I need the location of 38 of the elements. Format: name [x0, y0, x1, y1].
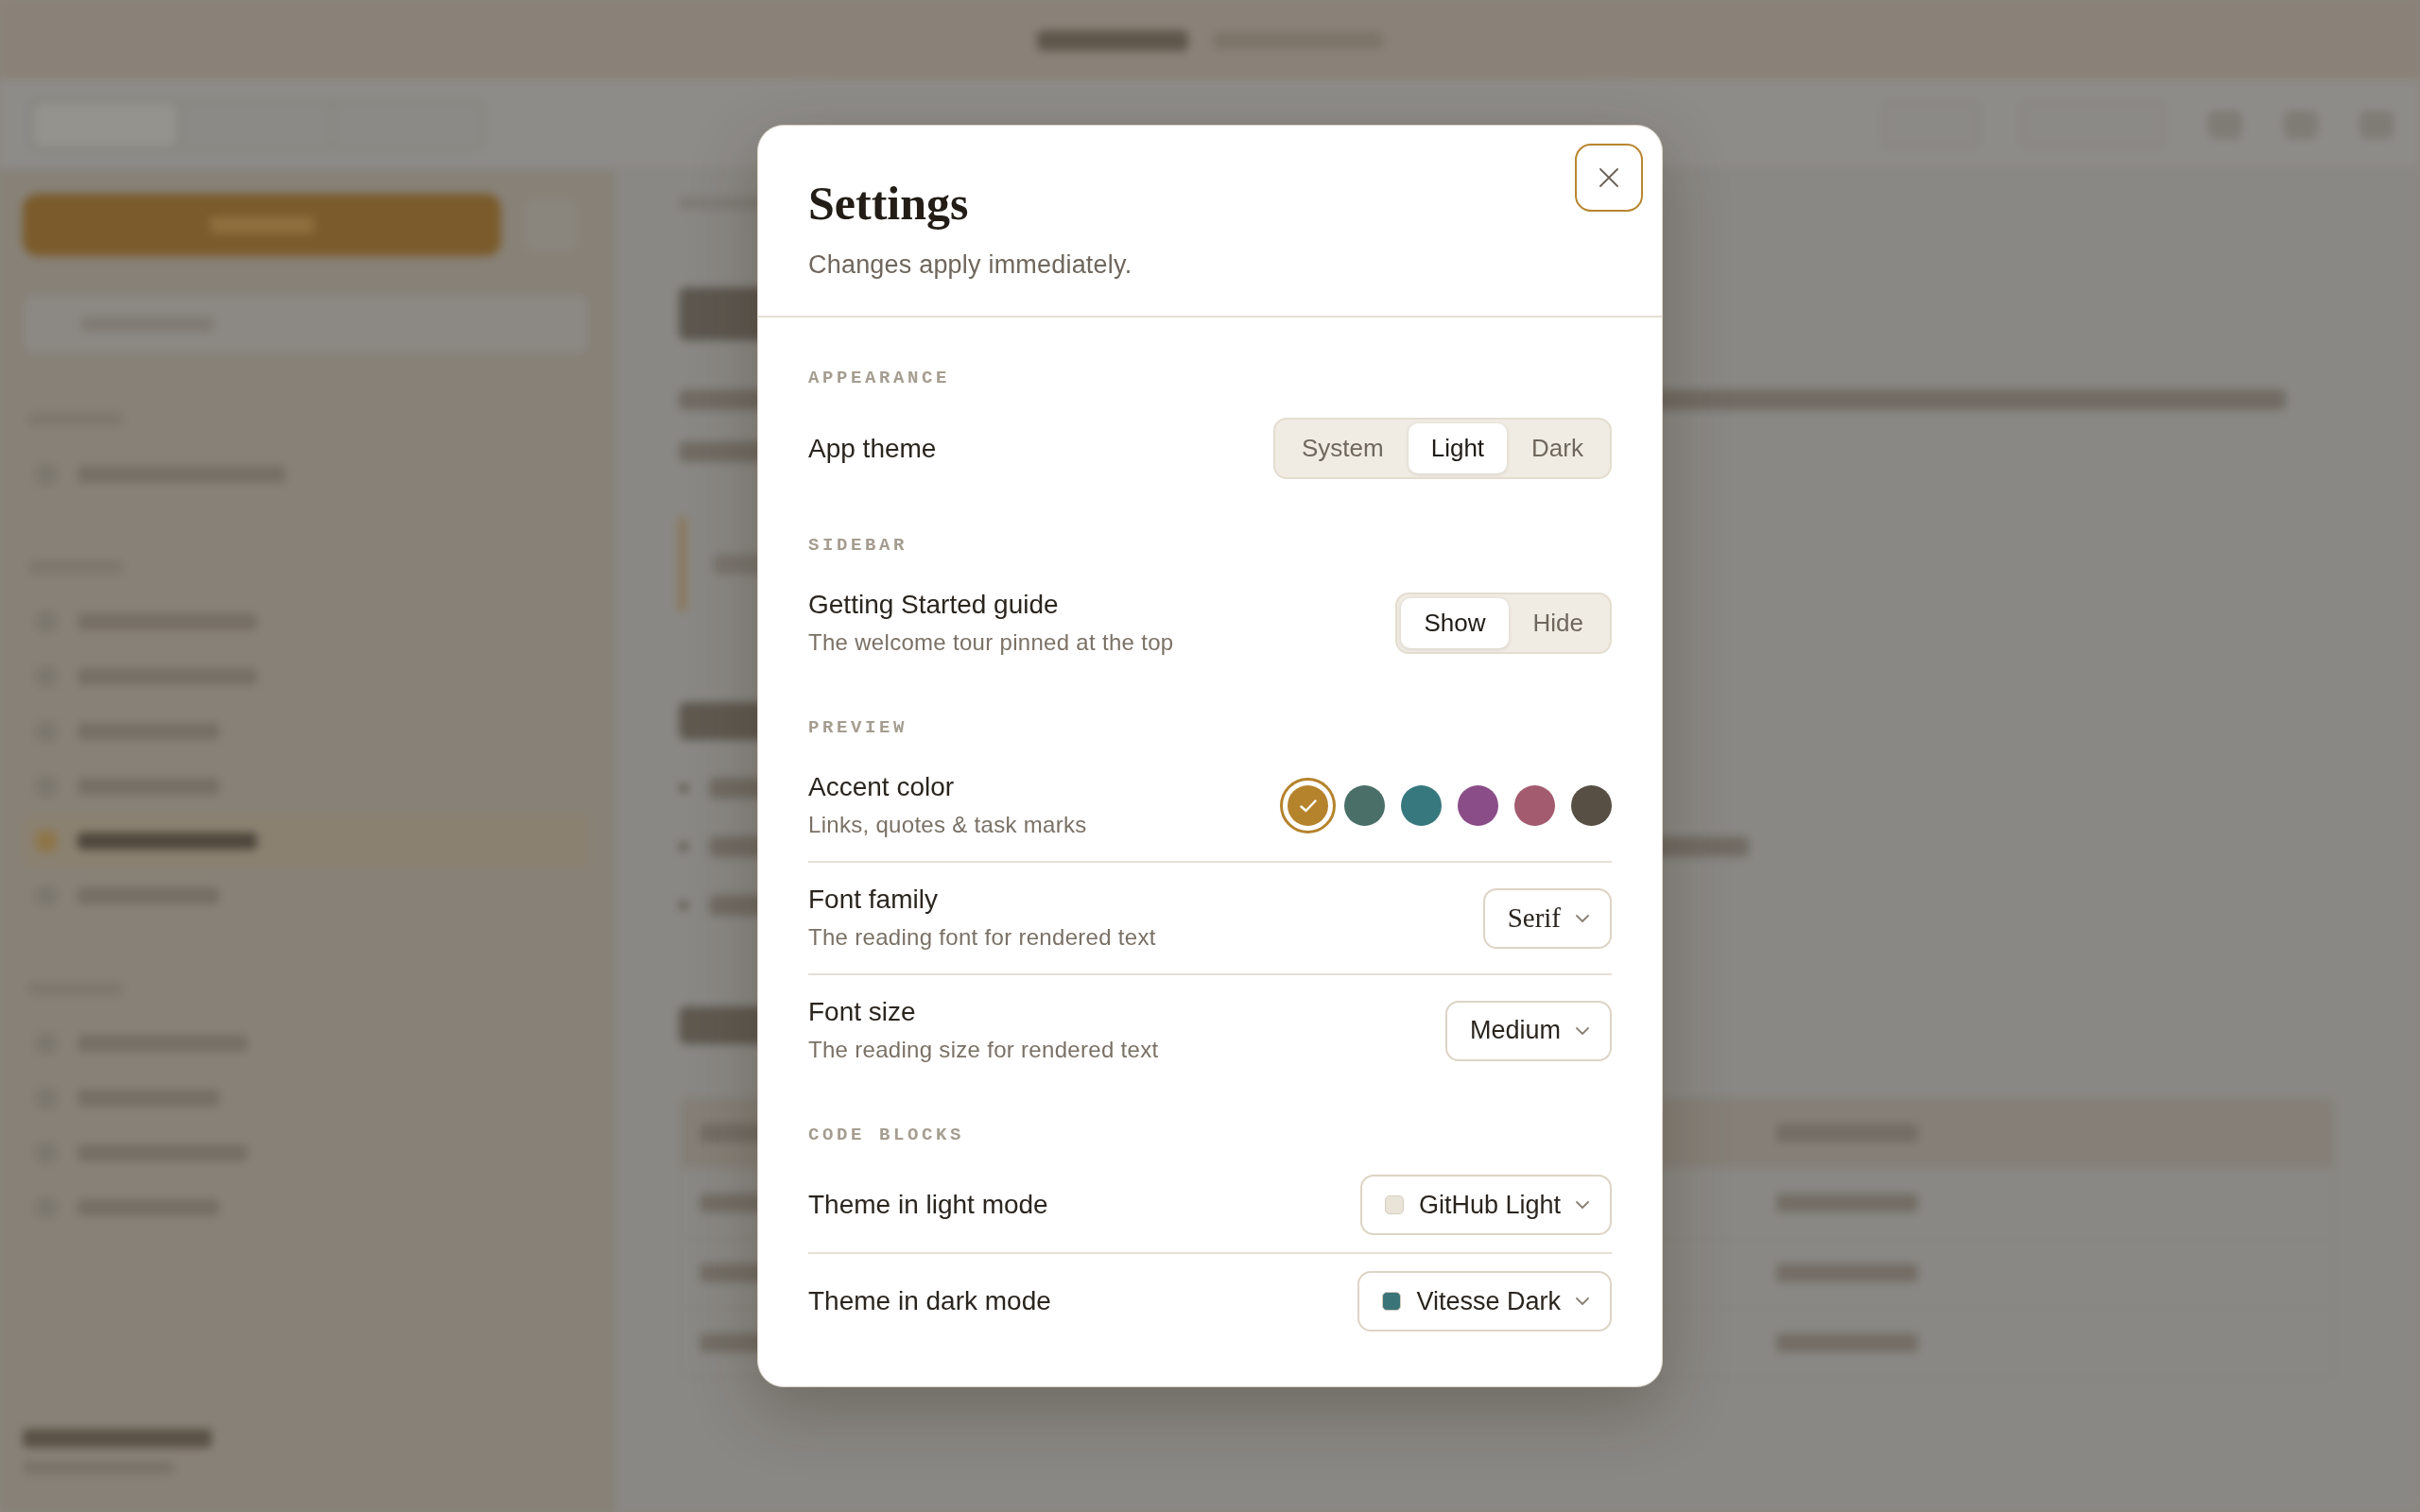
- close-button[interactable]: [1575, 144, 1643, 212]
- dropdown-select[interactable]: Serif: [1482, 887, 1612, 949]
- setting-description: Links, quotes & task marks: [808, 811, 1087, 839]
- dropdown-select[interactable]: Vitesse Dark: [1357, 1271, 1612, 1332]
- setting-label: App theme: [808, 432, 937, 465]
- chevron-down-icon: [1576, 914, 1589, 922]
- setting-description: The reading size for rendered text: [808, 1036, 1159, 1064]
- segment-option[interactable]: Dark: [1509, 423, 1606, 473]
- segment-option[interactable]: Show: [1401, 598, 1509, 648]
- color-swatch[interactable]: [1514, 785, 1555, 826]
- dialog-subtitle: Changes apply immediately.: [808, 249, 1133, 281]
- dialog-title: Settings: [808, 176, 970, 232]
- setting-label: Theme in light mode: [808, 1189, 1048, 1221]
- segment-option[interactable]: System: [1279, 423, 1407, 473]
- setting-label: Getting Started guide: [808, 589, 1060, 621]
- check-icon: [1299, 799, 1317, 813]
- color-swatch[interactable]: [1571, 785, 1612, 826]
- section-heading: CODE BLOCKS: [808, 1124, 966, 1146]
- dropdown-select[interactable]: Medium: [1444, 1000, 1612, 1061]
- color-swatch[interactable]: [1344, 785, 1385, 826]
- setting-label: Font family: [808, 884, 939, 916]
- setting-label: Font size: [808, 996, 917, 1028]
- setting-description: The welcome tour pinned at the top: [808, 628, 1174, 657]
- close-icon: [1599, 168, 1618, 187]
- color-swatch[interactable]: [1401, 785, 1442, 826]
- section-heading: SIDEBAR: [808, 534, 908, 557]
- segment-option[interactable]: Hide: [1510, 598, 1606, 648]
- section-heading: APPEARANCE: [808, 367, 952, 389]
- setting-label: Theme in dark mode: [808, 1285, 1051, 1317]
- chevron-down-icon: [1576, 1297, 1589, 1305]
- segment-option[interactable]: Light: [1408, 423, 1508, 473]
- color-swatch[interactable]: [1458, 785, 1498, 826]
- dropdown-select[interactable]: GitHub Light: [1359, 1175, 1612, 1235]
- setting-description: The reading font for rendered text: [808, 923, 1156, 952]
- chevron-down-icon: [1576, 1201, 1589, 1209]
- chevron-down-icon: [1576, 1026, 1589, 1035]
- section-heading: PREVIEW: [808, 716, 908, 739]
- setting-label: Accent color: [808, 771, 956, 803]
